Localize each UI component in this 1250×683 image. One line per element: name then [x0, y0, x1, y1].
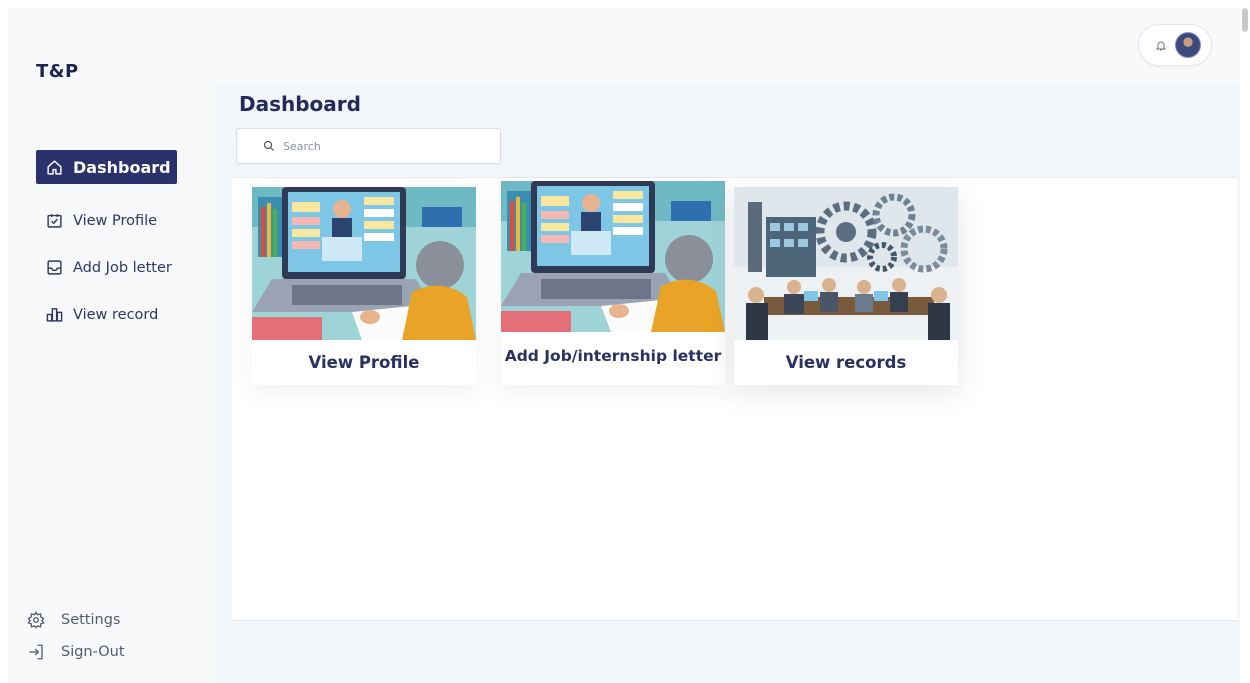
inbox-icon [47, 260, 62, 275]
card-label: View Profile [308, 353, 420, 372]
student-studying-illustration [252, 187, 476, 340]
sidebar: T&P [8, 8, 215, 683]
sidebar-item-dashboard[interactable]: Dashboard [36, 150, 177, 184]
search-icon [263, 140, 274, 151]
search-input[interactable] [283, 139, 483, 153]
sign-out-icon [29, 644, 43, 660]
top-bar [215, 8, 1240, 84]
home-icon [47, 159, 62, 175]
sign-out-label: Sign-Out [61, 644, 125, 660]
sidebar-item-add-job-letter[interactable]: Add Job letter [46, 259, 172, 276]
brand-logo: T&P [36, 61, 79, 82]
bell-icon[interactable] [1155, 39, 1167, 52]
bar-chart-icon [46, 308, 63, 322]
profile-menu[interactable] [1138, 24, 1212, 66]
scrollbar[interactable] [1242, 8, 1248, 32]
sidebar-item-label: View record [73, 306, 159, 323]
card-view-records[interactable]: View records [734, 187, 958, 385]
page-title: Dashboard [239, 92, 361, 116]
avatar[interactable] [1175, 32, 1201, 58]
card-view-profile[interactable]: View Profile [252, 187, 476, 385]
settings-button[interactable]: Settings [27, 611, 120, 629]
gear-icon [27, 611, 45, 629]
sidebar-item-view-record[interactable]: View record [46, 306, 158, 323]
sign-out-button[interactable]: Sign-Out [27, 643, 125, 661]
sidebar-item-label: Dashboard [73, 157, 171, 177]
settings-label: Settings [61, 612, 121, 628]
calendar-check-icon [47, 214, 62, 228]
student-studying-illustration [501, 181, 725, 332]
card-add-job-internship-letter[interactable]: Add Job/internship letter [501, 181, 725, 385]
sidebar-item-label: Add Job letter [73, 259, 172, 276]
card-label: Add Job/internship letter [504, 347, 722, 365]
search-bar[interactable] [236, 128, 501, 164]
sidebar-item-label: View Profile [73, 212, 158, 229]
card-label: View records [785, 353, 907, 372]
industry-meeting-illustration [734, 187, 958, 340]
sidebar-item-view-profile[interactable]: View Profile [46, 212, 157, 229]
